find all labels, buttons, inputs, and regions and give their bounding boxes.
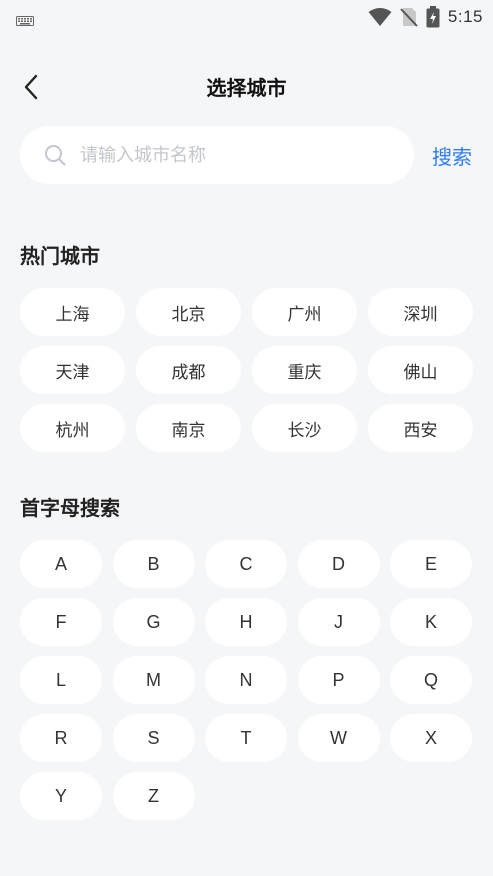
letter-chip[interactable]: G [112,598,195,646]
letter-chip[interactable]: Z [112,772,195,820]
letter-chip[interactable]: F [20,598,102,646]
letter-chip[interactable]: K [390,598,472,646]
city-chip[interactable]: 重庆 [252,346,357,394]
city-chip[interactable]: 天津 [20,346,125,394]
letter-chip[interactable]: S [112,714,195,762]
city-chip[interactable]: 佛山 [368,346,473,394]
letter-chip[interactable]: X [390,714,472,762]
status-bar: 5:15 [0,0,493,34]
letter-chip[interactable]: N [205,656,287,704]
city-chip[interactable]: 广州 [252,288,357,336]
letter-chip[interactable]: D [297,540,380,588]
letter-chip[interactable]: P [297,656,380,704]
letter-search-title: 首字母搜索 [20,496,120,520]
hot-cities-title: 热门城市 [20,244,100,268]
city-chip[interactable]: 北京 [136,288,241,336]
no-sim-icon [400,7,418,27]
letter-chip[interactable]: A [20,540,102,588]
header: 选择城市 [0,62,493,110]
letter-chip[interactable]: R [20,714,102,762]
letter-chip[interactable]: B [112,540,195,588]
search-button[interactable]: 搜索 [426,138,478,172]
letter-chip[interactable]: W [297,714,380,762]
letter-grid: A B C D E F G H J K L M N P Q R S T W X … [20,540,473,820]
letter-chip[interactable]: Y [20,772,102,820]
city-chip[interactable]: 成都 [136,346,241,394]
city-chip[interactable]: 西安 [368,404,473,452]
letter-chip[interactable]: M [112,656,195,704]
letter-chip[interactable]: E [390,540,472,588]
letter-chip[interactable]: T [205,714,287,762]
page-title: 选择城市 [206,76,287,100]
letter-chip[interactable]: L [20,656,102,704]
city-chip[interactable]: 长沙 [252,404,357,452]
wifi-icon [368,7,392,27]
city-chip[interactable]: 南京 [136,404,241,452]
letter-chip[interactable]: Q [390,656,472,704]
battery-charging-icon [426,6,440,28]
search-input[interactable] [78,143,382,167]
hot-cities-grid: 上海 北京 广州 深圳 天津 成都 重庆 佛山 杭州 南京 长沙 西安 [20,288,473,452]
city-chip[interactable]: 杭州 [20,404,125,452]
city-chip[interactable]: 上海 [20,288,125,336]
status-time: 5:15 [447,7,483,26]
letter-chip[interactable]: C [205,540,287,588]
keyboard-icon [16,11,34,26]
status-icons: 5:15 [368,5,483,29]
search-icon [44,144,66,166]
letter-chip[interactable]: H [205,598,287,646]
search-box[interactable] [20,126,414,184]
city-chip[interactable]: 深圳 [368,288,473,336]
letter-chip[interactable]: J [297,598,380,646]
